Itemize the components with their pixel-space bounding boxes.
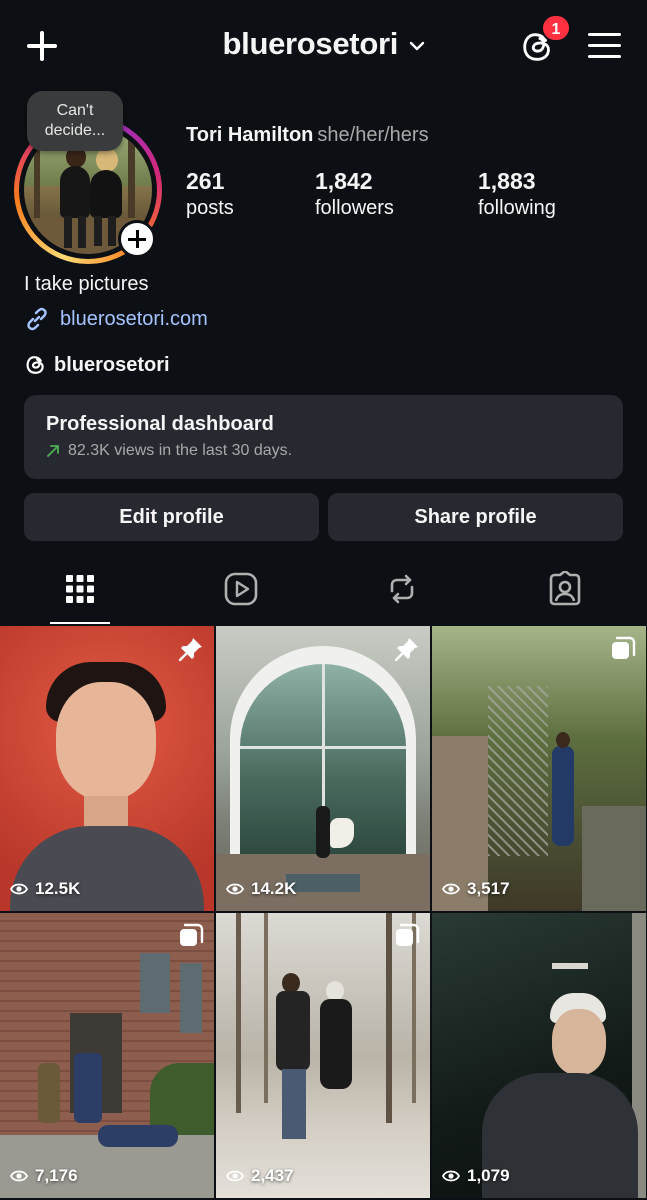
view-count: 2,437 [226, 1166, 294, 1186]
top-bar: bluerosetori 1 [0, 0, 647, 92]
profile-tabs [0, 555, 647, 625]
view-count-text: 3,517 [467, 879, 510, 898]
carousel-icon [612, 636, 636, 659]
threads-profile-link[interactable]: bluerosetori [24, 353, 170, 377]
view-count: 14.2K [226, 879, 296, 899]
hamburger-menu-icon[interactable] [588, 32, 621, 60]
view-count-text: 1,079 [467, 1166, 510, 1185]
pin-icon [394, 638, 418, 662]
reposts-icon[interactable] [384, 571, 420, 607]
stat-value: 1,842 [315, 168, 373, 194]
post-tile[interactable]: 14.2K [216, 626, 430, 911]
full-name: Tori Hamilton [186, 124, 314, 146]
view-count: 3,517 [442, 879, 510, 899]
profile-note-bubble[interactable]: Can't decide... [27, 91, 123, 151]
post-tile[interactable]: 7,176 [0, 913, 214, 1198]
share-profile-button[interactable]: Share profile [328, 493, 623, 541]
dashboard-subtitle: 82.3K views in the last 30 days. [46, 442, 601, 460]
dashboard-title: Professional dashboard [46, 413, 274, 435]
post-tile[interactable]: 2,437 [216, 913, 430, 1198]
view-count: 12.5K [10, 879, 80, 899]
view-count: 7,176 [10, 1166, 78, 1186]
stat-following[interactable]: 1,883 following [478, 168, 556, 220]
tagged-icon[interactable] [547, 571, 583, 607]
pronouns: she/her/hers [317, 124, 429, 146]
stat-label: following [478, 197, 556, 219]
edit-profile-button[interactable]: Edit profile [24, 493, 319, 541]
view-count: 1,079 [442, 1166, 510, 1186]
view-count-text: 7,176 [35, 1166, 78, 1185]
eye-icon [226, 883, 244, 895]
post-tile[interactable]: 1,079 [432, 913, 646, 1198]
username-title[interactable]: bluerosetori [223, 26, 399, 61]
add-story-plus-icon[interactable] [118, 220, 156, 258]
view-count-text: 2,437 [251, 1166, 294, 1185]
eye-icon [442, 1170, 460, 1182]
stat-label: followers [315, 197, 394, 219]
name-line: Tori Hamilton she/her/hers [186, 124, 429, 147]
dashboard-views-text: 82.3K views in the last 30 days. [68, 442, 293, 459]
threads-handle[interactable]: bluerosetori [54, 354, 170, 377]
bio-link-text[interactable]: bluerosetori.com [60, 308, 208, 331]
eye-icon [226, 1170, 244, 1182]
post-tile[interactable]: 3,517 [432, 626, 646, 911]
reels-icon[interactable] [223, 571, 259, 607]
pin-icon [178, 638, 202, 662]
carousel-icon [180, 923, 204, 946]
stat-value: 1,883 [478, 168, 536, 194]
view-count-text: 14.2K [251, 879, 297, 898]
posts-grid: 12.5K 14.2K 3,517 7,176 2,437 1,079 [0, 626, 647, 1200]
grid-icon[interactable] [62, 571, 98, 607]
chevron-down-icon[interactable] [409, 41, 425, 51]
stat-label: posts [186, 197, 234, 219]
bio-text: I take pictures [24, 273, 149, 295]
stat-followers[interactable]: 1,842 followers [315, 168, 394, 220]
stat-value: 261 [186, 168, 225, 194]
trend-up-arrow-icon [47, 445, 59, 457]
threads-icon [26, 356, 44, 374]
view-count-text: 12.5K [35, 879, 81, 898]
carousel-icon [396, 923, 420, 946]
eye-icon [10, 883, 28, 895]
professional-dashboard-card[interactable]: Professional dashboard 82.3K views in th… [24, 395, 623, 479]
eye-icon [442, 883, 460, 895]
active-tab-indicator [50, 622, 110, 624]
eye-icon [10, 1170, 28, 1182]
bio-link[interactable]: bluerosetori.com [24, 306, 208, 332]
stat-posts[interactable]: 261 posts [186, 168, 234, 220]
link-icon [27, 307, 47, 331]
notification-badge: 1 [541, 14, 571, 42]
post-tile[interactable]: 12.5K [0, 626, 214, 911]
